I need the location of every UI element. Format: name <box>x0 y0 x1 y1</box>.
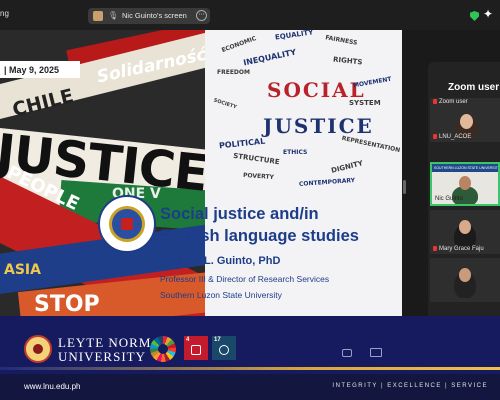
muted-mic-icon <box>433 134 437 139</box>
monitor-icon[interactable] <box>370 348 382 357</box>
cloud-word: POVERTY <box>242 171 275 182</box>
sdg-17-number: 17 <box>214 337 221 343</box>
cloud-word: SYSTEM <box>349 99 381 107</box>
security-shield-icon[interactable] <box>470 11 479 21</box>
collage-word: STOP <box>34 292 100 316</box>
presenter-role: Professor III & Director of Research Ser… <box>160 274 330 284</box>
cloud-word: CONTEMPORARY <box>298 177 356 188</box>
cloud-word: STRUCTURE <box>232 151 281 167</box>
sdg-4-number: 4 <box>186 337 190 343</box>
university-name-line-2: UNIVERSITY <box>58 349 146 364</box>
cloud-word: EQUALITY <box>274 30 314 42</box>
more-options-button[interactable]: ⋯ <box>196 10 207 21</box>
word-cloud: SOCIAL JUSTICE EQUALITY ECONOMIC FAIRNESS I… <box>212 30 401 196</box>
title-line-1: Social justice and/in <box>160 205 319 223</box>
date-text: | May 9, 2025 <box>4 65 60 75</box>
cloud-word: FAIRNESS <box>324 34 358 47</box>
top-bar: ng 🎙 Nic Guinto's screen ⋯ ✦ <box>0 0 500 30</box>
date-label: | May 9, 2025 <box>0 61 80 78</box>
lnu-seal-center <box>31 342 45 356</box>
cloud-title-social: SOCIAL <box>267 78 366 102</box>
participant-panel: Zoom user Zoom user LNU_ACOE SOUTHERN LU… <box>428 62 500 316</box>
footer-bar: www.lnu.edu.ph INTEGRITY | EXCELLENCE | … <box>0 374 500 400</box>
collage-word: ASIA <box>4 262 41 278</box>
muted-mic-icon <box>433 99 437 104</box>
presenter-institution: Southern Luzon State University <box>160 290 282 300</box>
book-icon <box>191 345 201 355</box>
resize-handle[interactable] <box>403 180 406 194</box>
app-label: ng <box>0 9 9 18</box>
participant-tile[interactable]: Zoom user LNU_ACOE <box>430 98 500 142</box>
cloud-word: ECONOMIC <box>220 35 258 55</box>
participant-face <box>459 220 471 234</box>
partnership-icon <box>219 345 229 355</box>
muted-mic-icon <box>433 246 437 251</box>
presentation-title: Social justice and/in English language s… <box>160 203 400 247</box>
cloud-word: POLITICAL <box>218 136 266 151</box>
participant-name: Zoom user <box>433 99 468 105</box>
university-banner: LEYTE NORMAL UNIVERSITY 4 17 <box>0 316 500 374</box>
participant-name-text: LNU_ACOE <box>439 134 472 140</box>
virtual-background-banner: SOUTHERN LUZON STATE UNIVERSITY <box>432 164 498 172</box>
participant-name: LNU_ACOE <box>433 134 471 140</box>
participant-face <box>459 268 471 282</box>
participant-tile[interactable]: Mary Grace Faju <box>430 210 500 254</box>
website-url: www.lnu.edu.ph <box>24 382 81 391</box>
participant-name: Mary Grace Faju <box>433 246 484 252</box>
panel-title: Zoom user <box>448 82 500 93</box>
zoom-meeting-window: ng 🎙 Nic Guinto's screen ⋯ ✦ CHILE Solid… <box>0 0 500 400</box>
gold-stripe <box>0 367 500 370</box>
title-line-2: English language studies <box>160 227 359 245</box>
presenter-avatar <box>93 11 103 21</box>
slsu-seal-logo <box>98 195 156 253</box>
participant-face <box>460 114 473 129</box>
video-camera-icon[interactable] <box>342 349 352 357</box>
tile-header: Zoom user <box>430 98 500 108</box>
share-label: Nic Guinto's screen <box>122 11 187 20</box>
cloud-word: SOCIETY <box>212 97 238 111</box>
cloud-word: INEQUALITY <box>242 47 297 68</box>
cloud-word: DIGNITY <box>330 159 364 175</box>
cloud-title-justice: JUSTICE <box>263 114 374 138</box>
cloud-word: FREEDOM <box>217 69 250 76</box>
sdg-4-quality-education-icon: 4 <box>184 336 208 360</box>
sdg-17-partnerships-icon: 17 <box>212 336 236 360</box>
participant-tile[interactable] <box>430 258 500 302</box>
seal-core <box>121 218 133 230</box>
cloud-word: ETHICS <box>283 149 308 156</box>
screen-share-indicator[interactable]: 🎙 Nic Guinto's screen ⋯ <box>88 8 210 24</box>
ai-companion-icon[interactable]: ✦ <box>483 7 493 21</box>
participant-name: Nic Guinto <box>435 196 464 202</box>
lnu-seal-logo <box>24 335 52 363</box>
presenter-name: Nicanor L. Guinto, PhD <box>160 255 281 267</box>
participant-face <box>459 176 471 190</box>
seal-inner <box>109 206 145 242</box>
shared-slide: CHILE Solidarność JUSTICE PEOPLE ONE V A… <box>0 30 402 316</box>
sdg-wheel-icon <box>150 336 176 362</box>
cloud-word: REPRESENTATION <box>341 134 401 155</box>
mic-icon: 🎙 <box>108 11 119 20</box>
participant-name-text: Zoom user <box>439 99 468 105</box>
university-motto: INTEGRITY | EXCELLENCE | SERVICE <box>332 383 488 389</box>
cloud-word: RIGHTS <box>332 55 363 67</box>
participant-name-text: Mary Grace Faju <box>439 246 484 252</box>
participant-tile-active-speaker[interactable]: SOUTHERN LUZON STATE UNIVERSITY Nic Guin… <box>430 162 500 206</box>
